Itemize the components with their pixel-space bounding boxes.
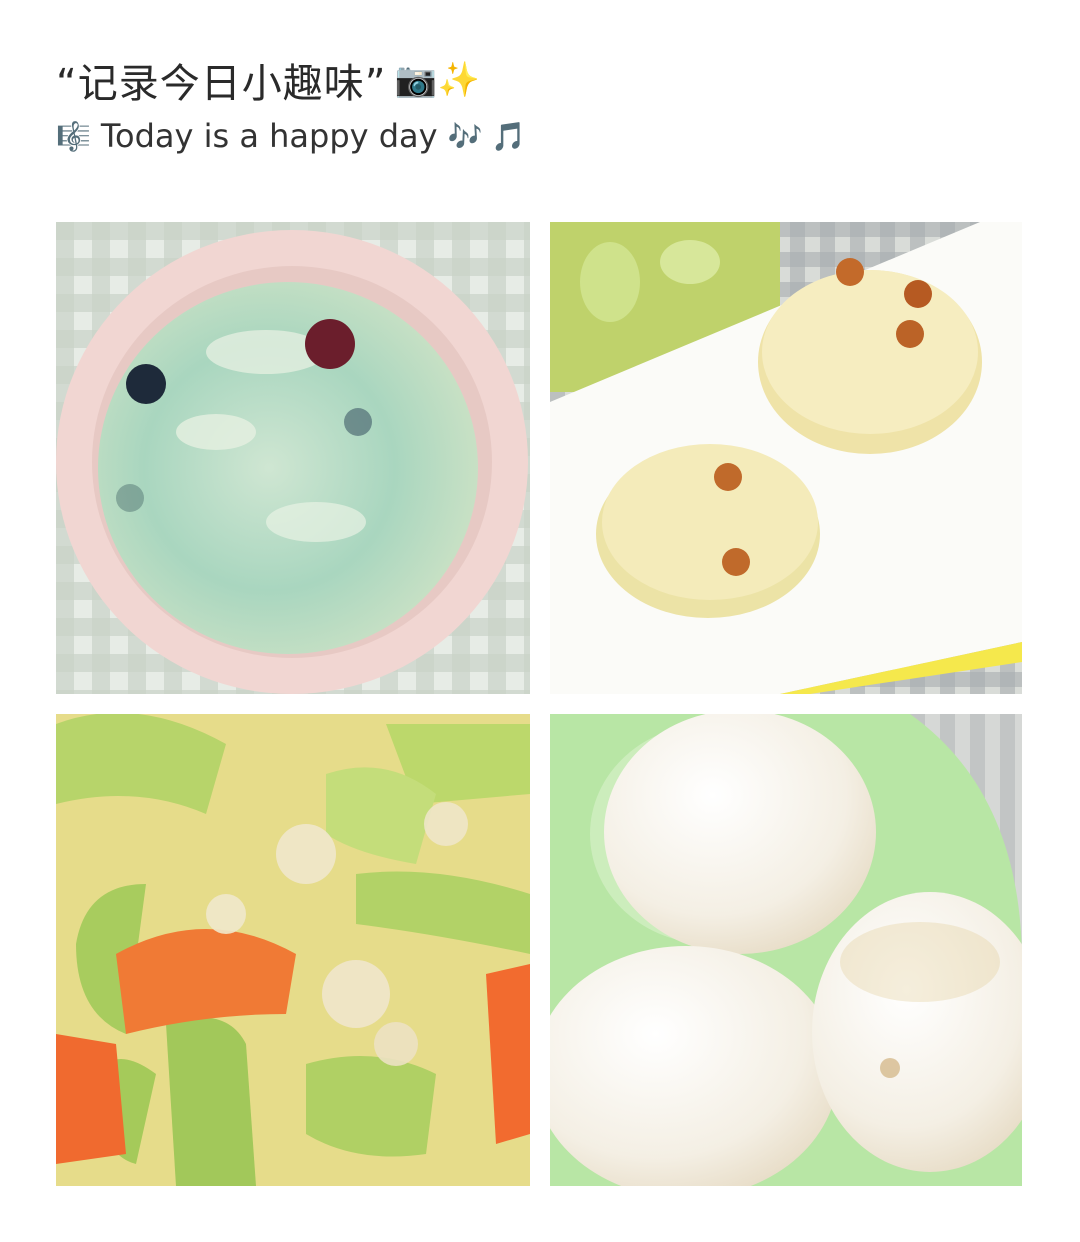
subtitle-text: Today is a happy day — [100, 117, 438, 155]
page-subtitle: 🎼 Today is a happy day 🎶 🎵 — [56, 112, 526, 160]
music-score-icon: 🎼 — [56, 119, 91, 153]
photo-steamed-buns — [550, 222, 1022, 694]
photo-zucchini-stir-fry — [56, 714, 530, 1186]
photo-boiled-eggs — [550, 714, 1022, 1186]
page-title: “记录今日小趣味” 📷✨ — [56, 50, 481, 110]
title-text: “记录今日小趣味” — [56, 61, 387, 107]
music-notes-icon: 🎶 🎵 — [447, 119, 527, 153]
photo-porridge — [56, 222, 530, 694]
camera-sparkle-icon: 📷✨ — [394, 60, 482, 100]
